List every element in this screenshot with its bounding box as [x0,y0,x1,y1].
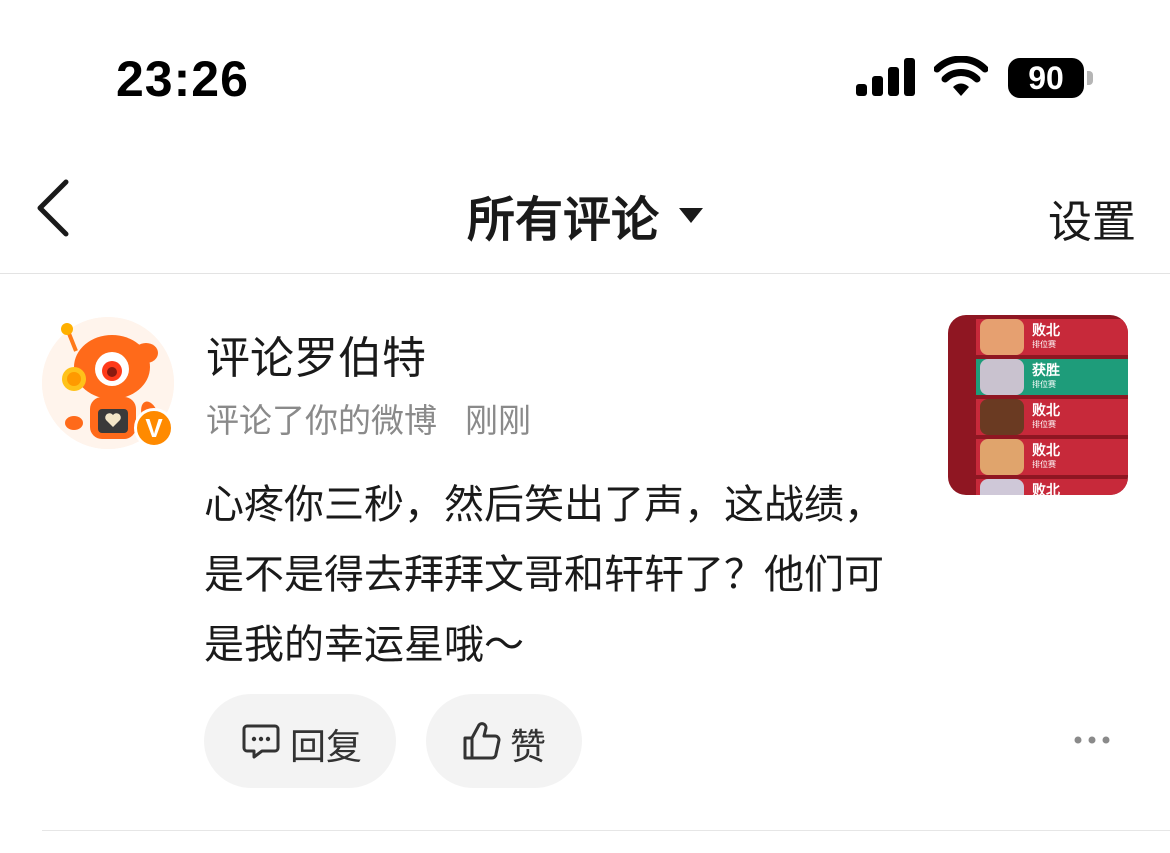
comment-text: 心疼你三秒，然后笑出了声，这战绩，是不是得去拜拜文哥和轩轩了？他们可是我的幸运星… [204,482,884,668]
page-title[interactable]: 所有评论 [467,180,659,250]
comment-meta: 评论了你的微博 刚刚 [206,394,531,442]
match-type-label: 排位赛 [1032,420,1056,429]
hero-portrait [980,439,1024,475]
nav-bar: 所有评论 设置 [0,150,1170,274]
cellular-signal-icon [856,58,915,96]
battery-indicator: 90 [1008,58,1094,98]
caret-down-icon[interactable] [679,207,703,223]
hero-portrait [980,359,1024,395]
timestamp: 刚刚 [465,401,531,440]
settings-button[interactable]: 设置 [1048,186,1136,250]
post-thumbnail[interactable]: 败北 排位赛 获胜 排位赛 败北 排位赛 败北 排位赛 败北 [948,315,1128,495]
more-options-icon[interactable] [1070,730,1114,750]
result-label: 败北 [1032,443,1060,459]
status-time: 23:26 [116,51,249,107]
divider [42,830,1170,831]
hero-portrait [980,399,1024,435]
like-button[interactable]: 赞 [426,694,582,788]
hero-portrait [980,319,1024,355]
nav-title-dropdown[interactable]: 所有评论 [0,180,1170,250]
user-name[interactable]: 评论罗伯特 [206,322,426,386]
battery-level: 90 [1028,60,1064,96]
comment-icon [242,724,280,759]
thumbnail-result-row: 败北 [948,477,1128,495]
thumbs-up-icon [463,722,501,760]
like-label: 赞 [510,727,547,768]
verified-badge: V [134,408,174,448]
result-label: 获胜 [1032,363,1060,379]
thumbnail-result-row: 败北 排位赛 [948,397,1128,437]
thumbnail-result-row: 败北 排位赛 [948,317,1128,357]
thumbnail-result-row: 获胜 排位赛 [948,357,1128,397]
reply-button[interactable]: 回复 [204,694,396,788]
hero-portrait [980,479,1024,495]
thumbnail-result-row: 败北 排位赛 [948,437,1128,477]
wifi-icon [934,56,988,96]
match-type-label: 排位赛 [1032,460,1056,469]
result-label: 败北 [1032,323,1060,339]
battery-nub [1087,71,1093,85]
reply-label: 回复 [290,727,363,768]
action-text: 评论了你的微博 [206,401,437,440]
result-label: 败北 [1032,403,1060,419]
match-type-label: 排位赛 [1032,380,1056,389]
match-type-label: 排位赛 [1032,340,1056,349]
status-bar: 23:26 90 [0,0,1170,150]
result-label: 败北 [1032,483,1060,495]
